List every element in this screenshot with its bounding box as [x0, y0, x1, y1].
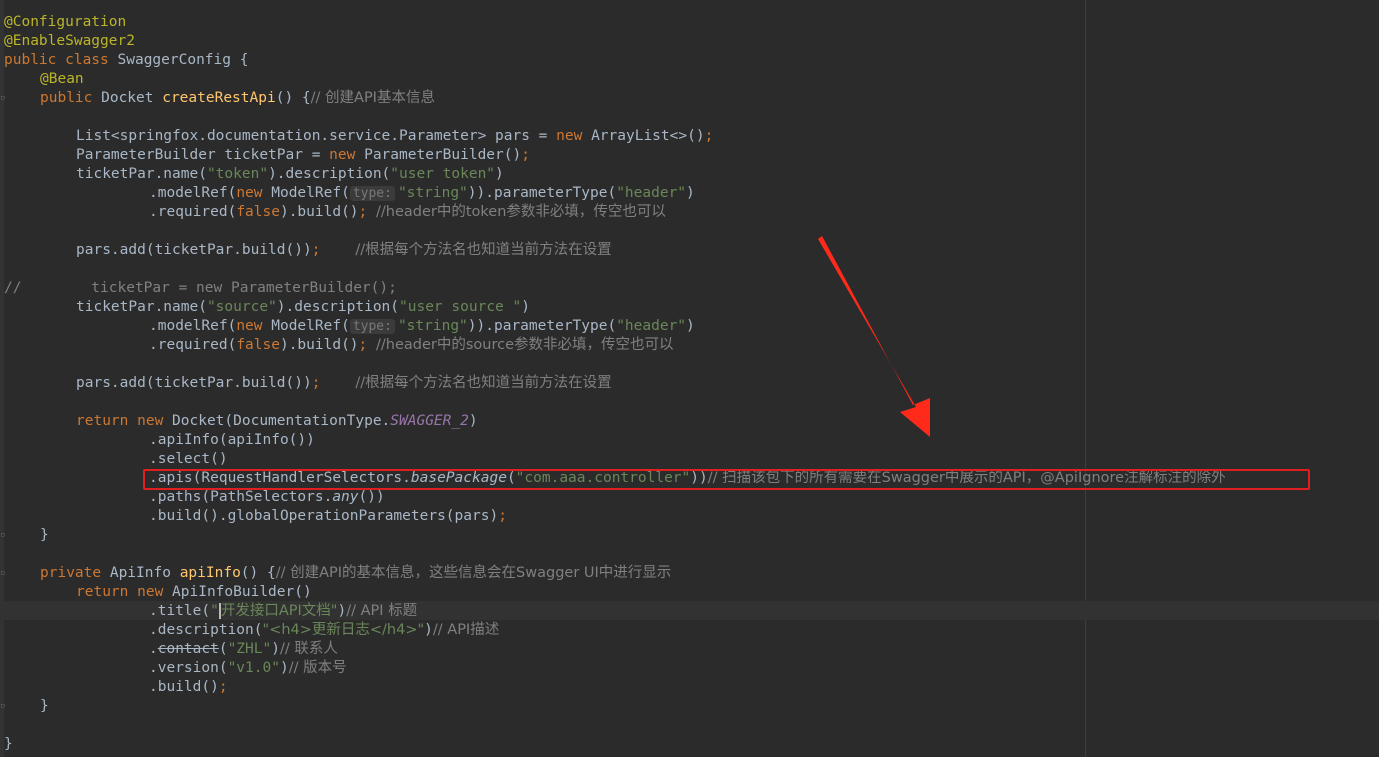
code-editor[interactable]: ▫ ▫ ▫ ▫ @Configuration @EnableSwagger2 pub…	[0, 0, 1379, 757]
red-arrow-icon	[818, 236, 930, 437]
